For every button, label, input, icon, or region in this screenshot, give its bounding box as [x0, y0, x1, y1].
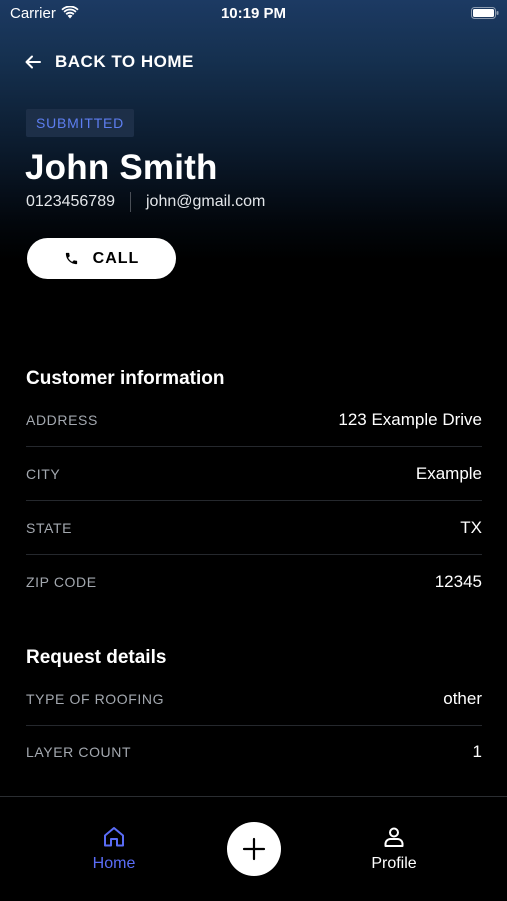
info-value: TX	[460, 517, 482, 537]
status-bar: Carrier 10:19 PM	[0, 0, 507, 28]
user-icon	[384, 827, 404, 847]
contact-divider	[129, 192, 131, 212]
info-row-city: CITY Example	[26, 447, 482, 501]
request-details-title: Request details	[26, 647, 167, 668]
customer-information-title: Customer information	[26, 368, 225, 389]
info-label: TYPE OF ROOFING	[26, 690, 165, 707]
info-row-address: ADDRESS 123 Example Drive	[26, 393, 482, 447]
tab-home[interactable]: Home	[69, 825, 159, 873]
tab-profile[interactable]: Profile	[349, 825, 439, 873]
battery-icon	[471, 7, 499, 19]
info-label: CITY	[26, 465, 61, 482]
info-value: Example	[415, 463, 482, 483]
info-label: STATE	[26, 519, 73, 536]
back-to-home-label: BACK TO HOME	[55, 52, 194, 71]
tab-home-label: Home	[92, 855, 136, 872]
phone-number: 0123456789	[26, 193, 115, 210]
email-address: john@gmail.com	[145, 193, 266, 210]
phone-icon	[65, 252, 77, 265]
info-value: 123 Example Drive	[338, 409, 482, 429]
info-row-zip-code: ZIP CODE 12345	[26, 555, 482, 608]
plus-icon	[242, 837, 266, 861]
info-row-state: STATE TX	[26, 501, 482, 555]
home-icon	[104, 827, 124, 847]
info-label: ZIP CODE	[26, 573, 97, 590]
tab-profile-label: Profile	[371, 855, 417, 872]
clock: 10:19 PM	[220, 5, 287, 22]
add-button[interactable]	[227, 822, 281, 876]
call-label: CALL	[92, 249, 140, 267]
info-label: LAYER COUNT	[26, 743, 132, 760]
info-row-layer-count: LAYER COUNT 1	[26, 725, 482, 778]
info-value: 12345	[434, 571, 482, 591]
customer-name: John Smith	[25, 148, 218, 187]
arrow-left-icon	[25, 55, 41, 69]
status-badge: SUBMITTED	[26, 109, 135, 137]
back-to-home-link[interactable]: BACK TO HOME	[24, 50, 194, 74]
info-value: other	[443, 688, 482, 708]
info-label: ADDRESS	[26, 411, 98, 428]
info-row-type-of-roofing: TYPE OF ROOFING other	[26, 672, 482, 726]
tab-bar: Home Profile	[0, 796, 507, 901]
contact-row: 0123456789 john@gmail.com	[26, 192, 265, 212]
call-button[interactable]: CALL	[27, 238, 176, 279]
info-value: 1	[472, 741, 482, 761]
